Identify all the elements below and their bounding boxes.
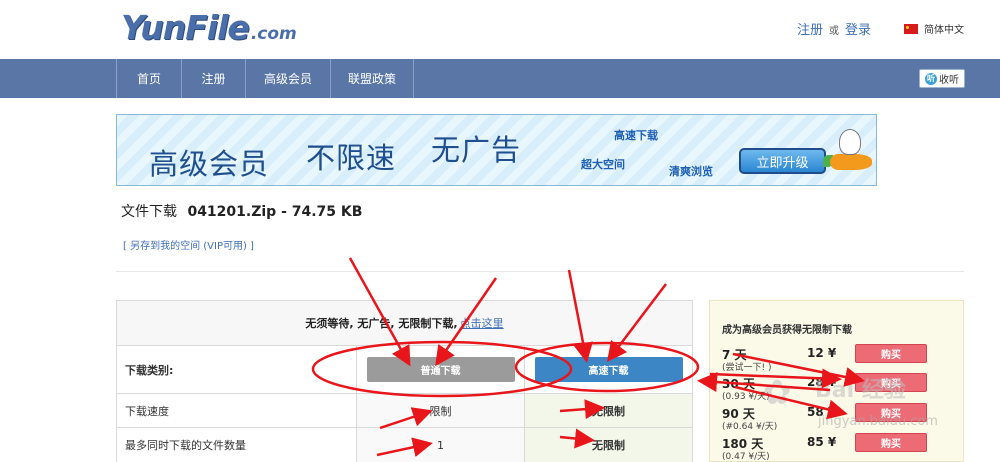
premium-banner[interactable]: 高级会员 不限速 无广告 高速下载 超大空间 清爽浏览 立即升级 bbox=[116, 114, 877, 186]
normal-cell: 普通下载 bbox=[357, 346, 525, 393]
listen-label: 收听 bbox=[939, 75, 959, 86]
buy-button[interactable]: 购买 bbox=[855, 433, 927, 452]
plan-price: 85 ¥ bbox=[807, 435, 837, 449]
buy-button[interactable]: 购买 bbox=[855, 344, 927, 363]
listen-icon: 听 bbox=[925, 72, 937, 85]
plan-note: (尝试一下! ) bbox=[722, 363, 772, 373]
vip-panel-title: 成为高级会员获得无限制下载 bbox=[722, 325, 852, 336]
file-title: 文件下载 041201.Zip - 74.75 KB bbox=[121, 201, 362, 221]
auth-links: 注册 或 登录 bbox=[797, 19, 871, 38]
click-here-link[interactable]: 点击这里 bbox=[460, 315, 504, 331]
normal-concurrent-value: 1 bbox=[357, 428, 525, 462]
logo-domain: .com bbox=[250, 24, 297, 44]
save-to-space-link[interactable]: [ 另存到我的空间 (VIP可用) ] bbox=[123, 237, 254, 252]
download-promo-text: 无须等待, 无广告, 无限制下载, bbox=[305, 317, 458, 330]
nav-item-premium[interactable]: 高级会员 bbox=[245, 59, 330, 98]
carrot-icon bbox=[830, 154, 872, 170]
china-flag-icon bbox=[904, 23, 918, 34]
banner-feature-fast: 高速下载 bbox=[614, 129, 658, 142]
register-link[interactable]: 注册 bbox=[797, 19, 823, 38]
file-name: 041201.Zip - 74.75 KB bbox=[187, 204, 363, 220]
banner-feature-space: 超大空间 bbox=[581, 158, 625, 171]
row-label: 下载类别: bbox=[117, 346, 357, 393]
banner-headline-no-limit: 不限速 bbox=[306, 141, 397, 175]
bunny-icon bbox=[839, 129, 861, 155]
normal-speed-value: 限制 bbox=[357, 394, 525, 427]
nav-item-register[interactable]: 注册 bbox=[181, 59, 245, 98]
table-row: 最多同时下载的文件数量 1 无限制 bbox=[117, 428, 692, 462]
plan-note: (#0.64 ¥/天) bbox=[722, 422, 778, 432]
or-text: 或 bbox=[829, 26, 840, 37]
divider bbox=[116, 271, 964, 272]
logo-text: YunFile bbox=[121, 8, 250, 47]
watermark: Bai 经验 bbox=[815, 378, 906, 403]
banner-headline-premium: 高级会员 bbox=[149, 147, 270, 181]
row-label: 最多同时下载的文件数量 bbox=[117, 428, 357, 462]
login-link[interactable]: 登录 bbox=[845, 19, 871, 38]
fast-speed-value: 无限制 bbox=[525, 394, 692, 427]
banner-feature-clean: 清爽浏览 bbox=[669, 165, 713, 178]
fast-concurrent-value: 无限制 bbox=[525, 428, 692, 462]
baidu-paw-icon: ✿ bbox=[763, 373, 792, 413]
fast-cell: 高速下载 bbox=[525, 346, 692, 393]
nav-item-affiliate[interactable]: 联盟政策 bbox=[330, 59, 414, 98]
table-row: 下载速度 限制 无限制 bbox=[117, 394, 692, 428]
plan-note: (0.47 ¥/天) bbox=[722, 452, 770, 462]
banner-headline-no-ads: 无广告 bbox=[431, 133, 522, 167]
main-nav: 首页 注册 高级会员 联盟政策 bbox=[0, 59, 1000, 98]
language-label: 简体中文 bbox=[924, 25, 964, 36]
file-download-label: 文件下载 bbox=[121, 204, 177, 220]
nav-item-home[interactable]: 首页 bbox=[116, 59, 181, 98]
normal-download-button[interactable]: 普通下载 bbox=[366, 357, 515, 382]
fast-download-button[interactable]: 高速下载 bbox=[534, 357, 683, 382]
plan-price: 12 ¥ bbox=[807, 346, 837, 360]
row-label: 下载速度 bbox=[117, 394, 357, 427]
download-table-header: 无须等待, 无广告, 无限制下载, 点击这里 bbox=[117, 301, 692, 346]
upgrade-now-button[interactable]: 立即升级 bbox=[739, 148, 826, 174]
watermark-url: jingyan.baidu.com bbox=[818, 414, 938, 429]
listen-button[interactable]: 听 收听 bbox=[919, 69, 965, 88]
language-selector[interactable]: 简体中文 bbox=[904, 21, 964, 36]
table-row: 下载类别: 普通下载 高速下载 bbox=[117, 346, 692, 394]
site-logo[interactable]: YunFile .com bbox=[121, 8, 297, 47]
download-table: 无须等待, 无广告, 无限制下载, 点击这里 下载类别: 普通下载 高速下载 下… bbox=[116, 300, 693, 462]
